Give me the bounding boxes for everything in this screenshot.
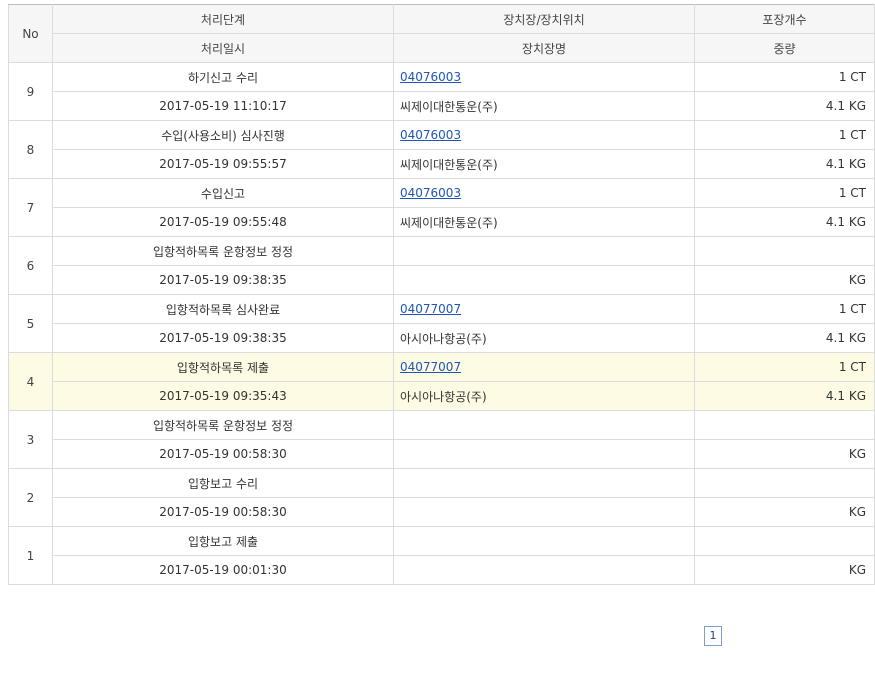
warehouse-location-cell <box>393 410 695 440</box>
warehouse-name: 아시아나항공(주) <box>393 323 695 353</box>
processing-step: 입항적하목록 운항정보 정정 <box>52 236 394 266</box>
package-count <box>694 410 875 440</box>
package-count: 1 CT <box>694 178 875 208</box>
header-no: No <box>8 4 53 63</box>
processing-step: 수입(사용소비) 심사진행 <box>52 120 394 150</box>
warehouse-location-cell: 04077007 <box>393 352 695 382</box>
table-row: 9 하기신고 수리 04076003 1 CT <box>8 62 875 121</box>
processing-step: 입항적하목록 제출 <box>52 352 394 382</box>
pagination-page-current[interactable]: 1 <box>704 626 722 646</box>
processing-step: 입항보고 제출 <box>52 526 394 556</box>
table-row-detail: 2017-05-19 00:58:30 KG <box>9 497 875 527</box>
package-count <box>694 236 875 266</box>
row-number: 6 <box>8 236 53 295</box>
warehouse-code-link[interactable]: 04076003 <box>400 70 461 84</box>
package-count: 1 CT <box>694 120 875 150</box>
weight: KG <box>694 439 875 469</box>
row-number: 4 <box>8 352 53 411</box>
processing-datetime: 2017-05-19 09:55:48 <box>52 207 394 237</box>
weight: KG <box>694 497 875 527</box>
header-weight: 중량 <box>694 33 875 63</box>
row-number: 5 <box>8 294 53 353</box>
warehouse-location-cell <box>393 236 695 266</box>
warehouse-name <box>393 555 695 585</box>
warehouse-location-cell: 04076003 <box>393 178 695 208</box>
warehouse-name <box>393 497 695 527</box>
warehouse-location-cell: 04076003 <box>393 120 695 150</box>
row-number: 3 <box>8 410 53 469</box>
processing-step: 입항적하목록 심사완료 <box>52 294 394 324</box>
processing-datetime: 2017-05-19 09:38:35 <box>52 265 394 295</box>
warehouse-name <box>393 439 695 469</box>
header-packages: 포장개수 <box>694 4 875 34</box>
processing-step: 입항적하목록 운항정보 정정 <box>52 410 394 440</box>
weight: 4.1 KG <box>694 149 875 179</box>
header-location: 장치장/장치위치 <box>393 4 695 34</box>
table-row: 2 입항보고 수리 <box>8 468 875 527</box>
warehouse-location-cell <box>393 526 695 556</box>
package-count: 1 CT <box>694 62 875 92</box>
warehouse-name: 씨제이대한통운(주) <box>393 91 695 121</box>
table-row-detail: 2017-05-19 09:38:35 아시아나항공(주) 4.1 KG <box>9 323 875 353</box>
row-number: 7 <box>8 178 53 237</box>
table-row-detail: 2017-05-19 09:55:57 씨제이대한통운(주) 4.1 KG <box>9 149 875 179</box>
warehouse-name <box>393 265 695 295</box>
table-row: 1 입항보고 제출 <box>8 526 875 585</box>
processing-datetime: 2017-05-19 00:58:30 <box>52 439 394 469</box>
table-row-detail: 2017-05-19 11:10:17 씨제이대한통운(주) 4.1 KG <box>9 91 875 121</box>
header-step: 처리단계 <box>52 4 394 34</box>
package-count <box>694 526 875 556</box>
processing-step: 수입신고 <box>52 178 394 208</box>
header-datetime: 처리일시 <box>52 33 394 63</box>
processing-datetime: 2017-05-19 00:01:30 <box>52 555 394 585</box>
warehouse-code-link[interactable]: 04076003 <box>400 128 461 142</box>
table-row-detail: 2017-05-19 09:35:43 아시아나항공(주) 4.1 KG <box>9 381 875 411</box>
table-row: 7 수입신고 04076003 1 CT <box>8 178 875 237</box>
warehouse-code-link[interactable]: 04076003 <box>400 186 461 200</box>
table-header: No 처리단계 장치장/장치위치 포장개수 처리일시 장치장명 중량 <box>8 4 875 63</box>
warehouse-location-cell: 04076003 <box>393 62 695 92</box>
processing-datetime: 2017-05-19 11:10:17 <box>52 91 394 121</box>
row-number: 2 <box>8 468 53 527</box>
warehouse-code-link[interactable]: 04077007 <box>400 360 461 374</box>
warehouse-location-cell <box>393 468 695 498</box>
warehouse-name: 씨제이대한통운(주) <box>393 149 695 179</box>
processing-history-table: No 처리단계 장치장/장치위치 포장개수 처리일시 장치장명 중량 9 하기신고… <box>8 4 875 585</box>
weight: KG <box>694 555 875 585</box>
weight: 4.1 KG <box>694 91 875 121</box>
processing-datetime: 2017-05-19 09:35:43 <box>52 381 394 411</box>
table-row: 4 입항적하목록 제출 04077007 1 CT <box>8 352 875 411</box>
package-count: 1 CT <box>694 294 875 324</box>
table-row-detail: 2017-05-19 09:55:48 씨제이대한통운(주) 4.1 KG <box>9 207 875 237</box>
processing-step: 하기신고 수리 <box>52 62 394 92</box>
package-count: 1 CT <box>694 352 875 382</box>
table-row: 6 입항적하목록 운항정보 정정 <box>8 236 875 295</box>
package-count <box>694 468 875 498</box>
processing-datetime: 2017-05-19 00:58:30 <box>52 497 394 527</box>
header-warehouse-name: 장치장명 <box>393 33 695 63</box>
table-body: 9 하기신고 수리 04076003 1 CT 2017-05-19 11:10:17 씨… <box>8 62 875 585</box>
processing-step: 입항보고 수리 <box>52 468 394 498</box>
history-table-container: No 처리단계 장치장/장치위치 포장개수 처리일시 장치장명 중량 9 하기신고… <box>8 4 875 585</box>
weight: 4.1 KG <box>694 381 875 411</box>
weight: KG <box>694 265 875 295</box>
table-row: 3 입항적하목록 운항정보 정정 <box>8 410 875 469</box>
table-row-detail: 2017-05-19 00:01:30 KG <box>9 555 875 585</box>
warehouse-code-link[interactable]: 04077007 <box>400 302 461 316</box>
row-number: 1 <box>8 526 53 585</box>
processing-datetime: 2017-05-19 09:55:57 <box>52 149 394 179</box>
table-row: 5 입항적하목록 심사완료 04077007 1 CT <box>8 294 875 353</box>
row-number: 9 <box>8 62 53 121</box>
warehouse-name: 씨제이대한통운(주) <box>393 207 695 237</box>
table-row: 8 수입(사용소비) 심사진행 04076003 1 CT <box>8 120 875 179</box>
table-row-detail: 2017-05-19 00:58:30 KG <box>9 439 875 469</box>
warehouse-location-cell: 04077007 <box>393 294 695 324</box>
warehouse-name: 아시아나항공(주) <box>393 381 695 411</box>
processing-datetime: 2017-05-19 09:38:35 <box>52 323 394 353</box>
table-row-detail: 2017-05-19 09:38:35 KG <box>9 265 875 295</box>
weight: 4.1 KG <box>694 323 875 353</box>
weight: 4.1 KG <box>694 207 875 237</box>
row-number: 8 <box>8 120 53 179</box>
